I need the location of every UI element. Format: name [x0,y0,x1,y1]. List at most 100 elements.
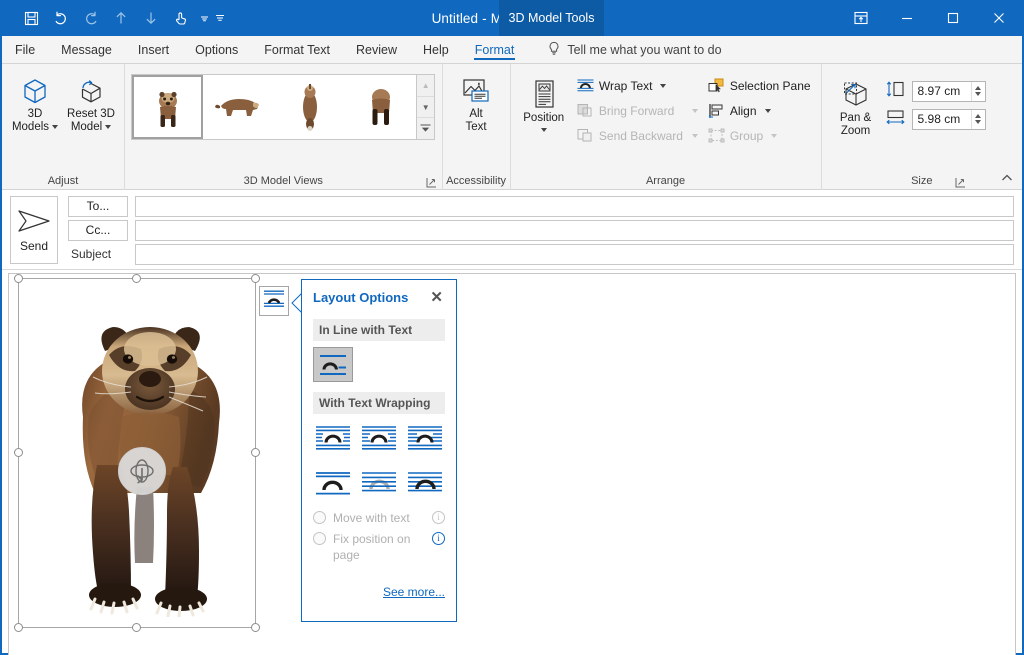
size-fields: 8.97 cm 5.98 cm [885,74,986,130]
reset-3d-model-button[interactable]: Reset 3D Model [63,70,119,134]
wrap-option-tight[interactable] [359,420,399,455]
3d-rotate-handle[interactable] [118,447,166,495]
resize-handle-bottom-center[interactable] [132,623,141,632]
info-icon[interactable]: i [432,532,445,545]
wrap-text-button[interactable]: Wrap Text [572,73,703,98]
shape-width-input[interactable]: 5.98 cm [911,108,986,130]
wrap-option-top-and-bottom[interactable] [313,465,353,500]
wrap-option-in-line-with-text[interactable] [313,347,353,382]
chevron-down-icon[interactable] [660,83,667,88]
resize-handle-middle-right[interactable] [251,448,260,457]
chevron-down-icon[interactable] [52,124,59,129]
shape-height-icon [885,80,907,103]
tab-insert[interactable]: Insert [125,36,182,63]
selected-3d-model[interactable] [14,274,260,632]
info-icon[interactable]: i [432,511,445,524]
close-icon[interactable]: ✕ [428,290,445,305]
dialog-launcher-icon[interactable] [954,176,966,188]
wrap-option-square[interactable] [313,420,353,455]
contextual-tab-3d-model-tools[interactable]: 3D Model Tools [499,0,604,36]
cc-button[interactable]: Cc... [68,219,128,241]
cc-row: Cc... [68,219,1014,241]
fix-position-option[interactable]: Fix position on page i [313,531,445,563]
move-with-text-radio[interactable] [313,511,326,524]
alt-text-button[interactable]: Alt Text [448,70,505,134]
dialog-launcher-icon[interactable] [426,176,438,188]
maximize-icon[interactable] [930,0,976,36]
shape-height-input[interactable]: 8.97 cm [911,80,986,102]
qat-more-icon[interactable] [212,3,228,33]
tab-file[interactable]: File [2,36,48,63]
tell-me-box[interactable]: Tell me what you want to do [527,36,722,63]
move-up-icon[interactable] [106,3,136,33]
align-button[interactable]: Align [703,98,816,123]
resize-handle-top-right[interactable] [251,274,260,283]
tab-options[interactable]: Options [182,36,251,63]
tab-format-text[interactable]: Format Text [251,36,343,63]
tab-message[interactable]: Message [48,36,125,63]
to-button[interactable]: To... [68,195,128,217]
inline-options-group [313,347,445,382]
to-input[interactable] [135,195,1014,217]
bring-forward-button: Bring Forward [572,98,703,123]
gallery-item-back-view[interactable] [345,75,416,139]
undo-icon[interactable] [46,3,76,33]
move-with-text-option[interactable]: Move with text i [313,510,445,526]
wrap-option-behind-text[interactable] [359,465,399,500]
close-icon[interactable] [976,0,1022,36]
resize-handle-top-center[interactable] [132,274,141,283]
resize-handle-top-left[interactable] [14,274,23,283]
pan-and-zoom-button[interactable]: Pan & Zoom [827,74,885,138]
position-button[interactable]: Position [516,70,572,132]
shape-height-stepper[interactable] [970,81,985,101]
tab-help-label: Help [423,42,449,57]
resize-handle-middle-left[interactable] [14,448,23,457]
selection-pane-button[interactable]: Selection Pane [703,73,816,98]
3d-model-views-gallery[interactable]: ▲ ▼ [131,74,436,140]
gallery-item-front-view[interactable] [132,75,204,139]
subject-label: Subject [71,247,112,261]
3d-models-button[interactable]: 3D Models [7,70,63,134]
redo-icon[interactable] [76,3,106,33]
see-more-link[interactable]: See more... [313,585,445,599]
ribbon-group-3d-model-views: ▲ ▼ 3D Model Views [124,64,442,190]
subject-input[interactable] [135,243,1014,265]
send-backward-icon [577,127,594,144]
message-body-canvas[interactable]: Layout Options ✕ In Line with Text With … [8,273,1016,655]
shape-width-row: 5.98 cm [885,108,986,130]
save-icon[interactable] [16,3,46,33]
touch-mode-icon[interactable] [166,3,196,33]
collapse-ribbon-button[interactable] [1000,171,1016,187]
gallery-scrollbar[interactable]: ▲ ▼ [416,75,435,140]
tab-format[interactable]: Format [462,36,528,63]
layout-options-button[interactable] [259,286,289,316]
tab-help[interactable]: Help [410,36,462,63]
chevron-down-icon[interactable] [540,128,547,132]
3d-models-label-1: 3D [27,108,43,120]
chevron-down-icon [691,133,698,138]
move-down-icon[interactable] [136,3,166,33]
minimize-icon[interactable] [884,0,930,36]
fix-position-radio[interactable] [313,532,326,545]
resize-handle-bottom-right[interactable] [251,623,260,632]
to-label: To... [86,199,110,213]
gallery-scroll-up-button[interactable]: ▲ [417,75,435,96]
wrap-option-in-front-of-text[interactable] [405,465,445,500]
tab-review[interactable]: Review [343,36,410,63]
ribbon-display-options-icon[interactable] [838,0,884,36]
wrap-text-icon [577,77,594,94]
chevron-down-icon[interactable] [105,124,112,129]
gallery-item-side-view[interactable] [203,75,274,139]
gallery-item-top-view[interactable] [274,75,345,139]
wrap-option-through[interactable] [405,420,445,455]
cc-input[interactable] [135,219,1014,241]
send-button[interactable]: Send [10,196,58,264]
resize-handle-bottom-left[interactable] [14,623,23,632]
shape-width-stepper[interactable] [970,109,985,129]
gallery-scroll-down-button[interactable]: ▼ [417,95,435,118]
qat-dropdown-icon[interactable] [196,3,212,33]
chevron-down-icon[interactable] [764,108,771,113]
gallery-more-button[interactable] [417,117,435,140]
selection-pane-icon [708,77,725,94]
pan-and-zoom-icon [840,78,872,112]
